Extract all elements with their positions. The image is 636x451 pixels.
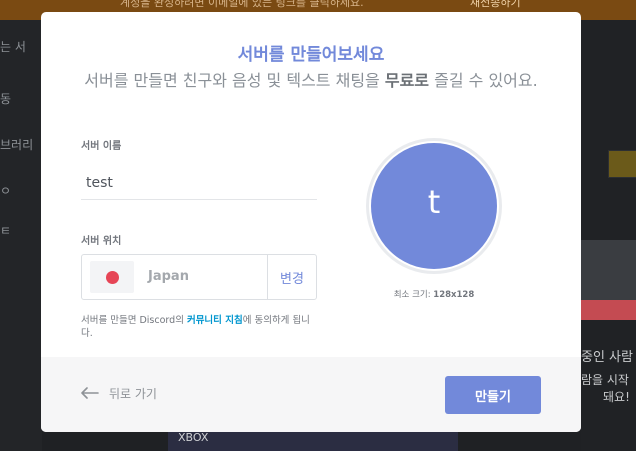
server-icon-upload[interactable]: t: [371, 143, 497, 269]
server-name-input[interactable]: [81, 166, 317, 200]
notice-banner-text: 계정을 완성하려면 이메일에 있는 링크를 클릭하세요.: [120, 0, 364, 9]
size-hint-label: 최소 크기:: [393, 290, 434, 300]
sidebar-item[interactable]: 는 서: [0, 38, 26, 55]
modal-footer: 뒤로 가기 만들기: [41, 357, 581, 432]
subtitle-emphasis: 무료로: [384, 71, 430, 90]
background-text: 중인 사람: [581, 350, 633, 365]
modal-subtitle: 서버를 만들면 친구와 음성 및 텍스트 채팅을 무료로 즐길 수 있어요.: [81, 70, 541, 92]
sidebar-item[interactable]: 동: [0, 90, 11, 107]
terms-text: 서버를 만들면 Discord의: [81, 315, 187, 326]
sidebar-item[interactable]: ㅇ: [0, 182, 11, 199]
size-hint-value: 128x128: [433, 290, 475, 300]
back-button[interactable]: 뒤로 가기: [81, 381, 157, 405]
resend-link[interactable]: 재전송하기: [470, 0, 521, 10]
create-server-modal: 서버를 만들어보세요 서버를 만들면 친구와 음성 및 텍스트 채팅을 무료로 …: [41, 12, 581, 432]
change-region-button[interactable]: 변경: [267, 255, 316, 299]
background-text: 람을 시작: [581, 373, 629, 387]
icon-size-hint: 최소 크기: 128x128: [334, 288, 534, 300]
japan-flag-icon: [90, 261, 134, 293]
flag-circle: [106, 271, 119, 284]
background-xbox-label: XBOX: [178, 431, 209, 444]
background-game-thumbnail: [608, 150, 636, 178]
modal-title: 서버를 만들어보세요: [237, 45, 385, 65]
community-guidelines-link[interactable]: 커뮤니티 지침: [187, 315, 243, 326]
sidebar-item[interactable]: 브러리: [0, 136, 33, 153]
server-region-label: 서버 위치: [81, 236, 122, 247]
back-button-label: 뒤로 가기: [109, 386, 157, 401]
background-bottom-card: [168, 432, 458, 451]
terms-notice: 서버를 만들면 Discord의 커뮤니티 지침에 동의하게 됩니다.: [81, 314, 321, 340]
arrow-left-icon: [81, 387, 99, 399]
background-sidebar: 는 서 동 브러리 ㅇ ㅌ: [0, 20, 42, 451]
region-name: Japan: [148, 269, 189, 284]
server-name-label: 서버 이름: [81, 141, 122, 152]
create-server-button[interactable]: 만들기: [445, 376, 541, 414]
background-game-stripe: [581, 300, 636, 320]
background-text: 돼요!: [603, 390, 630, 404]
sidebar-item[interactable]: ㅌ: [0, 222, 11, 239]
subtitle-text: 서버를 만들면 친구와 음성 및 텍스트 채팅을: [84, 71, 385, 90]
server-region-selector: Japan 변경: [81, 254, 317, 300]
subtitle-text-end: 즐길 수 있어요.: [429, 71, 538, 90]
server-icon-initial: t: [427, 183, 441, 221]
